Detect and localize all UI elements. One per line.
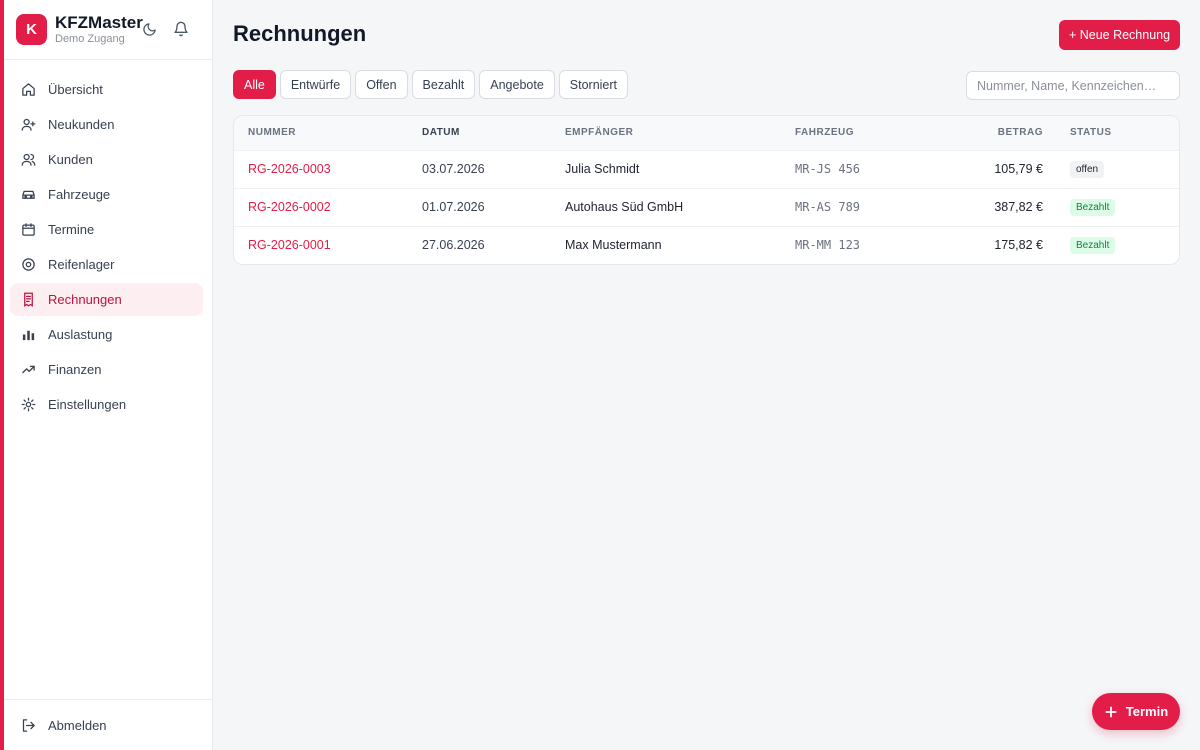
sidebar-item-label: Auslastung [48,327,113,342]
user-plus-icon [21,118,35,131]
sidebar-item-label: Übersicht [48,82,103,97]
notifications-button[interactable] [171,19,191,39]
filter-quotes[interactable]: Angebote [479,70,555,99]
sidebar-item-label: Kunden [48,152,93,167]
app-logo: K [16,14,47,45]
car-icon [21,190,35,199]
table-row[interactable]: RG-2026-0001 27.06.2026 Max Mustermann M… [234,226,1179,264]
bar-chart-icon [22,330,34,341]
plus-icon [1105,705,1117,718]
sidebar-item-label: Finanzen [48,362,102,377]
filter-all[interactable]: Alle [233,70,276,99]
column-header-date[interactable]: Datum [422,116,565,150]
filter-open[interactable]: Offen [355,70,408,99]
sidebar-item-label: Einstellungen [48,397,127,412]
sidebar-footer: Abmelden [4,699,212,744]
invoice-date: 27.06.2026 [422,238,485,253]
invoice-date: 01.07.2026 [422,200,485,214]
sidebar-item-fahrzeuge[interactable]: Fahrzeuge [10,178,203,211]
home-icon [21,83,35,96]
table-row[interactable]: RG-2026-0003 03.07.2026 Julia Schmidt MR… [234,150,1179,188]
sidebar-item-termine[interactable]: Termine [10,213,203,246]
vehicle-plate: MR-JS 456 [795,162,861,176]
sidebar-item-label: Reifenlager [48,257,115,272]
invoice-number-link[interactable]: RG-2026-0003 [248,162,331,176]
sidebar-item-label: Termine [48,222,95,237]
main-content: Rechnungen + Neue Rechnung Alle Entwürfe… [213,0,1200,750]
trending-up-icon [21,365,35,374]
logout-icon [22,719,35,732]
invoice-table: Nummer Datum Empfänger Fahrzeug Betrag S… [233,115,1180,265]
column-header-amount[interactable]: Betrag [945,116,1043,150]
invoice-recipient: Julia Schmidt [565,162,640,176]
tire-icon [21,258,35,271]
invoice-number-link[interactable]: RG-2026-0001 [248,238,331,252]
invoice-number-link[interactable]: RG-2026-0002 [248,200,331,214]
status-badge: Bezahlt [1070,236,1116,254]
invoice-recipient: Autohaus Süd GmbH [565,200,684,214]
app-name: KFZMaster [55,13,143,32]
table-row[interactable]: RG-2026-0002 01.07.2026 Autohaus Süd Gmb… [234,188,1179,226]
sidebar-item-label: Neukunden [48,117,115,132]
vehicle-plate: MR-AS 789 [795,200,861,214]
new-invoice-button[interactable]: + Neue Rechnung [1059,20,1180,50]
status-badge: Bezahlt [1070,198,1116,216]
filter-cancelled[interactable]: Storniert [558,70,629,99]
vehicle-plate: MR-MM 123 [795,238,861,253]
filter-drafts[interactable]: Entwürfe [279,70,352,99]
gear-icon [21,397,35,412]
receipt-icon [23,292,33,307]
column-header-number[interactable]: Nummer [234,116,422,150]
page-title: Rechnungen [233,21,367,46]
bell-icon [174,21,188,37]
sidebar: K KFZMaster Demo Zugang Übersicht Neukun… [4,0,213,750]
calendar-icon [21,223,35,236]
invoice-recipient: Max Mustermann [565,238,662,253]
logout-label: Abmelden [48,718,107,733]
invoice-amount: 105,79 € [994,162,1043,176]
account-subtitle: Demo Zugang [55,33,125,45]
sidebar-item-label: Fahrzeuge [48,187,111,202]
fab-label: Termin [1125,704,1169,719]
sidebar-item-reifenlager[interactable]: Reifenlager [10,248,203,281]
brand-header: K KFZMaster Demo Zugang [4,0,212,60]
logout-button[interactable]: Abmelden [10,709,206,742]
table-header-row: Nummer Datum Empfänger Fahrzeug Betrag S… [234,116,1179,150]
filter-paid[interactable]: Bezahlt [411,70,476,99]
sidebar-item-uebersicht[interactable]: Übersicht [10,73,203,106]
invoice-amount: 175,82 € [994,238,1043,253]
column-header-vehicle[interactable]: Fahrzeug [795,116,945,150]
sidebar-item-einstellungen[interactable]: Einstellungen [10,388,203,421]
search-input[interactable] [966,71,1180,100]
dark-mode-toggle[interactable] [139,19,159,39]
sidebar-item-auslastung[interactable]: Auslastung [10,318,203,351]
sidebar-item-kunden[interactable]: Kunden [10,143,203,176]
invoice-date: 03.07.2026 [422,162,485,176]
sidebar-nav: Übersicht Neukunden Kunden Fahrzeuge Ter… [10,73,203,423]
sidebar-item-finanzen[interactable]: Finanzen [10,353,203,386]
sidebar-item-rechnungen[interactable]: Rechnungen [10,283,203,316]
users-icon [21,153,35,166]
status-filter-bar: Alle Entwürfe Offen Bezahlt Angebote Sto… [233,70,629,99]
column-header-recipient[interactable]: Empfänger [565,116,795,150]
invoice-amount: 387,82 € [994,200,1043,214]
status-badge: offen [1070,160,1105,178]
moon-icon [142,22,156,36]
sidebar-item-neukunden[interactable]: Neukunden [10,108,203,141]
new-appointment-fab[interactable]: Termin [1092,693,1180,730]
sidebar-item-label: Rechnungen [48,292,122,307]
column-header-status[interactable]: Status [1043,116,1179,150]
